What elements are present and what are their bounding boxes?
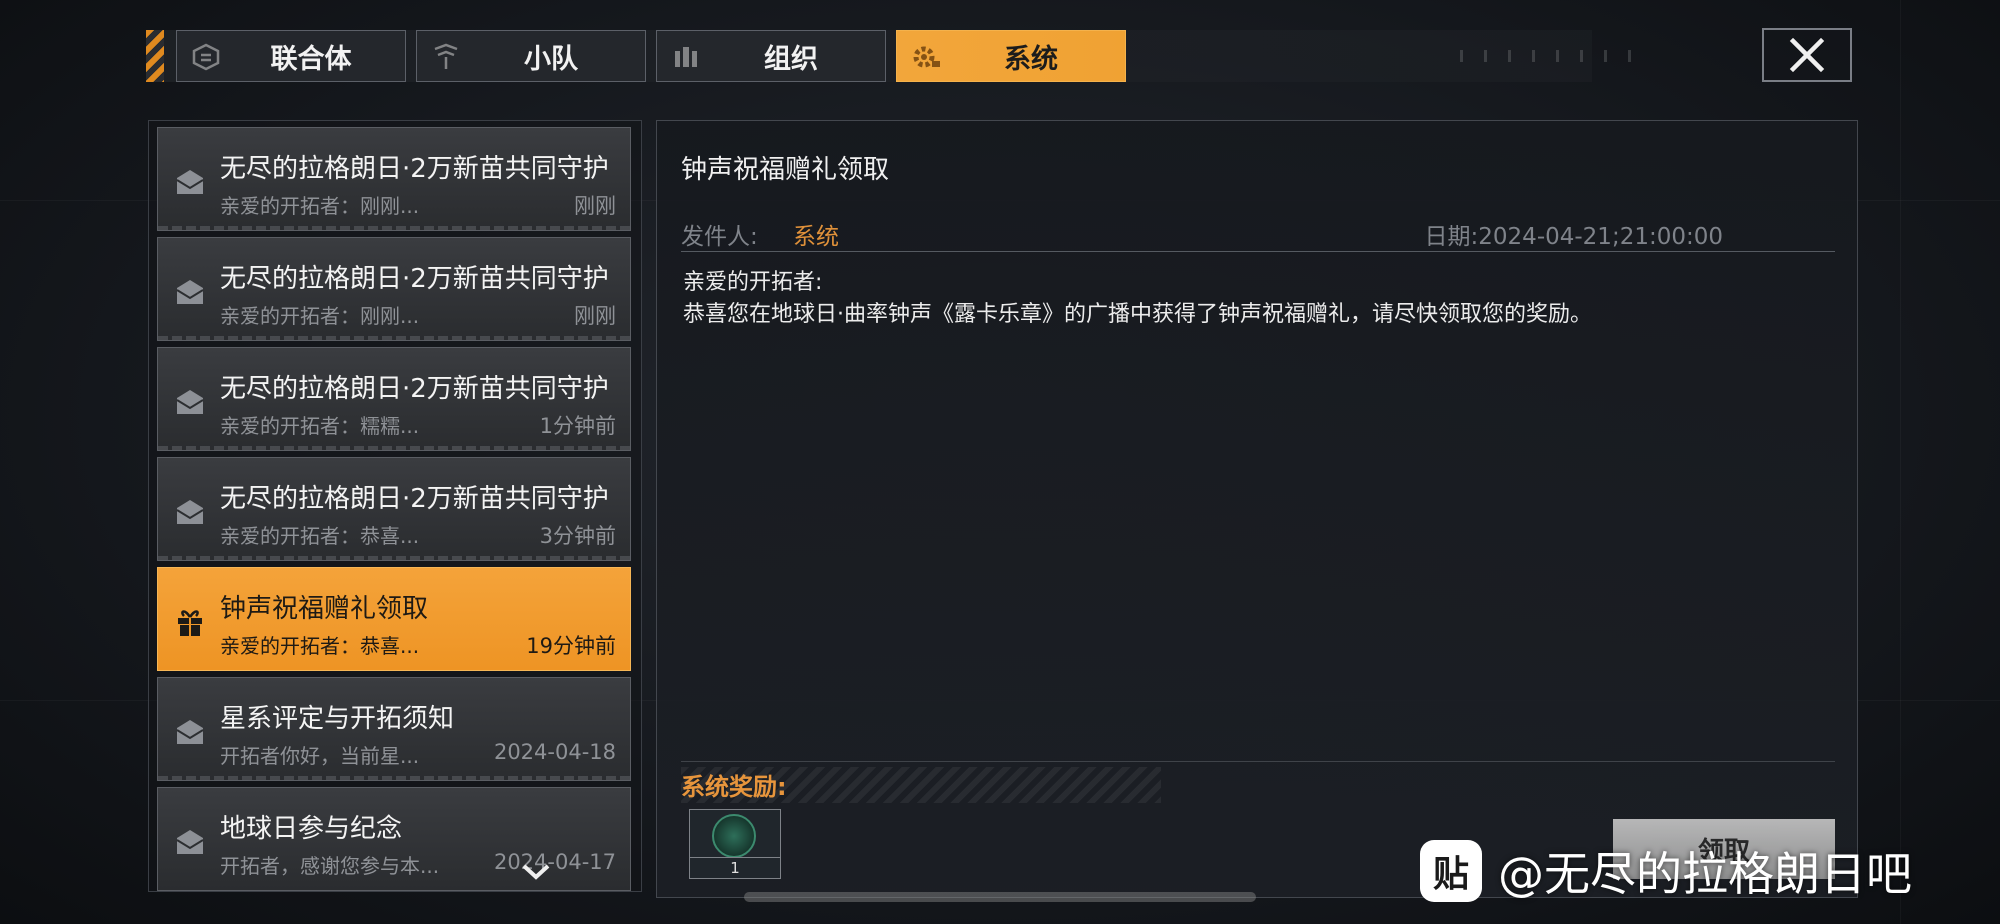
mail-time: 2024-04-18 — [493, 740, 616, 764]
bg-line — [1900, 0, 1901, 924]
mail-time: 2024-04-17 — [493, 850, 616, 874]
reward-badge-icon — [712, 814, 756, 858]
mail-stripe — [158, 776, 630, 780]
envelope-icon — [176, 720, 204, 744]
mail-title: 无尽的拉格朗日·2万新苗共同守护 — [220, 264, 609, 294]
mail-preview: 开拓者，感谢您参与本... — [220, 854, 440, 878]
envelope-icon — [176, 830, 204, 854]
mail-item[interactable]: 地球日参与纪念 开拓者，感谢您参与本... 2024-04-17 — [157, 787, 631, 891]
tab-label: 组织 — [764, 43, 818, 75]
mail-body: 亲爱的开拓者: 恭喜您在地球日·曲率钟声《露卡乐章》的广播中获得了钟声祝福赠礼，… — [683, 267, 1592, 331]
mail-title: 星系评定与开拓须知 — [220, 704, 455, 734]
mail-time: 1分钟前 — [539, 414, 616, 438]
mail-stripe — [158, 556, 630, 560]
tab-organization[interactable]: 组织 — [656, 30, 886, 82]
mail-title: 钟声祝福赠礼领取 — [220, 594, 429, 624]
tieba-logo-icon: 贴 — [1420, 840, 1482, 902]
watermark: 贴 @无尽的拉格朗日吧 — [1420, 840, 1912, 902]
mail-preview: 亲爱的开拓者：刚刚... — [220, 194, 420, 218]
envelope-icon — [176, 280, 204, 304]
tab-system[interactable]: 系统 — [896, 30, 1126, 82]
mail-date: 日期:2024-04-21;21:00:00 — [1424, 224, 1723, 250]
tab-bar-accent — [146, 30, 164, 82]
reward-label: 系统奖励: — [681, 773, 787, 801]
tab-squad[interactable]: 小队 — [416, 30, 646, 82]
mail-stripe — [158, 226, 630, 230]
tab-label: 联合体 — [270, 43, 352, 75]
reward-item[interactable]: 1 — [689, 809, 781, 879]
mail-item[interactable]: 无尽的拉格朗日·2万新苗共同守护 亲爱的开拓者：刚刚... 刚刚 — [157, 237, 631, 341]
mail-preview: 亲爱的开拓者：糯糯... — [220, 414, 420, 438]
mail-time: 3分钟前 — [539, 524, 616, 548]
mail-body-text: 恭喜您在地球日·曲率钟声《露卡乐章》的广播中获得了钟声祝福赠礼，请尽快领取您的奖… — [683, 302, 1592, 327]
mail-preview: 亲爱的开拓者：恭喜... — [220, 634, 420, 658]
mail-stripe — [158, 336, 630, 340]
close-button[interactable] — [1762, 28, 1852, 82]
mail-time: 19分钟前 — [526, 634, 616, 658]
mail-title: 无尽的拉格朗日·2万新苗共同守护 — [220, 374, 609, 404]
envelope-icon — [176, 500, 204, 524]
reward-quantity: 1 — [690, 857, 780, 878]
chevron-down-icon[interactable] — [521, 863, 551, 881]
close-icon — [1789, 37, 1825, 73]
mail-title: 无尽的拉格朗日·2万新苗共同守护 — [220, 154, 609, 184]
mail-stripe — [158, 446, 630, 450]
envelope-icon — [176, 170, 204, 194]
watermark-text: @无尽的拉格朗日吧 — [1498, 847, 1912, 901]
envelope-icon — [176, 390, 204, 414]
tab-label: 系统 — [1004, 43, 1058, 75]
sender-label: 发件人: — [681, 224, 758, 250]
mail-detail-panel: 钟声祝福赠礼领取 发件人: 系统 日期:2024-04-21;21:00:00 … — [656, 120, 1858, 898]
mail-preview: 开拓者你好，当前星... — [220, 744, 420, 768]
divider — [681, 761, 1835, 762]
mail-item[interactable]: 无尽的拉格朗日·2万新苗共同守护 亲爱的开拓者：恭喜... 3分钟前 — [157, 457, 631, 561]
mail-item[interactable]: 星系评定与开拓须知 开拓者你好，当前星... 2024-04-18 — [157, 677, 631, 781]
mail-title: 无尽的拉格朗日·2万新苗共同守护 — [220, 484, 609, 514]
sender-name: 系统 — [793, 224, 839, 250]
mail-time: 刚刚 — [574, 304, 616, 328]
mail-preview: 亲爱的开拓者：恭喜... — [220, 524, 420, 548]
mail-preview: 亲爱的开拓者：刚刚... — [220, 304, 420, 328]
mail-greeting: 亲爱的开拓者: — [683, 270, 823, 295]
mail-detail-title: 钟声祝福赠礼领取 — [681, 155, 890, 185]
scrollbar[interactable] — [744, 892, 1256, 902]
mail-item[interactable]: 无尽的拉格朗日·2万新苗共同守护 亲爱的开拓者：糯糯... 1分钟前 — [157, 347, 631, 451]
decorative-dots — [1460, 50, 1650, 62]
mail-list[interactable]: 无尽的拉格朗日·2万新苗共同守护 亲爱的开拓者：刚刚... 刚刚 无尽的拉格朗日… — [148, 120, 642, 892]
mail-item[interactable]: 无尽的拉格朗日·2万新苗共同守护 亲爱的开拓者：刚刚... 刚刚 — [157, 127, 631, 231]
gift-icon — [178, 610, 202, 636]
mail-title: 地球日参与纪念 — [220, 814, 403, 844]
mail-time: 刚刚 — [574, 194, 616, 218]
tab-label: 小队 — [524, 43, 578, 75]
mail-item-selected[interactable]: 钟声祝福赠礼领取 亲爱的开拓者：恭喜... 19分钟前 — [157, 567, 631, 671]
divider — [681, 251, 1835, 252]
tab-alliance[interactable]: 联合体 — [176, 30, 406, 82]
